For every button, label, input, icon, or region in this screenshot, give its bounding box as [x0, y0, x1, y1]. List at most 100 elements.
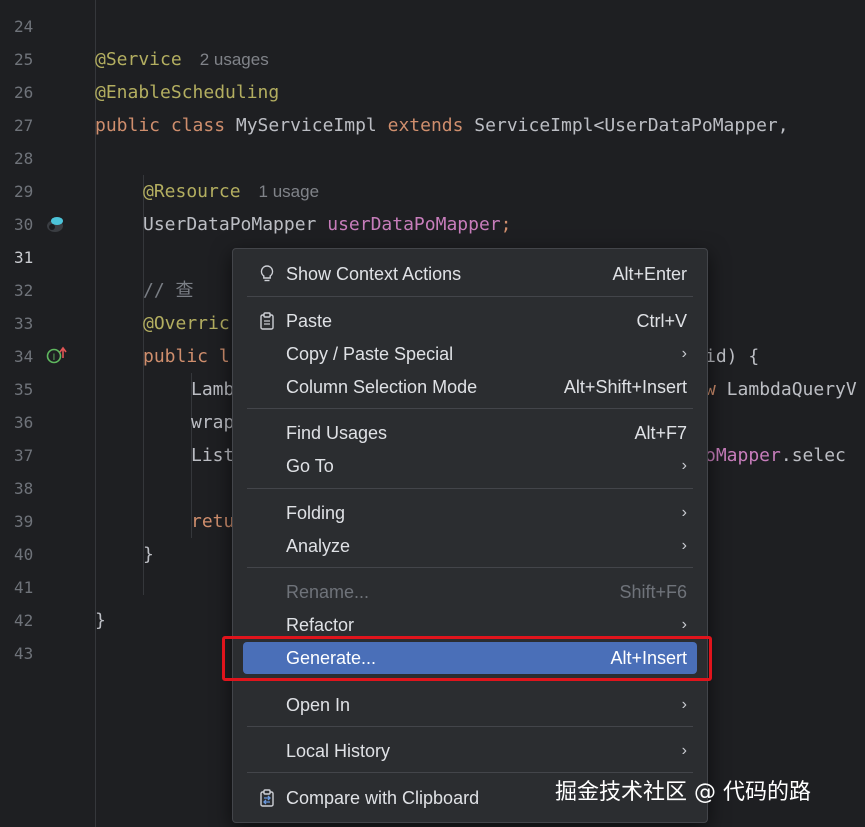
menu-item-analyze[interactable]: Analyze ›: [243, 530, 697, 562]
code-text: wrap: [191, 412, 235, 433]
line-number: 35: [14, 380, 34, 399]
menu-item-folding[interactable]: Folding ›: [243, 497, 697, 529]
submenu-arrow-icon: ›: [681, 345, 687, 362]
line-number: 32: [14, 281, 34, 300]
code-line-37-tail: oMapper.selec: [705, 439, 846, 472]
usage-hint[interactable]: 1 usage: [259, 182, 320, 201]
submenu-arrow-icon: ›: [681, 742, 687, 759]
usage-hint[interactable]: 2 usages: [200, 50, 269, 69]
menu-item-label: Copy / Paste Special: [286, 344, 454, 364]
lightbulb-icon: [260, 265, 274, 282]
line-number: 25: [14, 50, 34, 69]
line-number: 28: [14, 149, 34, 168]
menu-separator: [247, 296, 693, 297]
line-number-gutter: 24 25 26 27 28 29 30 31 32 33 34 35 36 3…: [0, 0, 80, 827]
code-line-34: public l: [143, 340, 230, 373]
field-name: userDataPoMapper: [327, 214, 501, 235]
editor-context-menu: Show Context Actions Alt+Enter Paste Ctr…: [232, 248, 708, 823]
menu-item-label: Rename...: [286, 582, 370, 602]
line-number: 36: [14, 413, 34, 432]
submenu-arrow-icon: ›: [681, 537, 687, 554]
keyword: public l: [143, 346, 230, 367]
clipboard-icon: [260, 312, 274, 330]
shortcut-label: Alt+Enter: [612, 264, 687, 284]
menu-item-label: Open In: [286, 695, 351, 715]
shortcut-label: Shift+F6: [619, 582, 687, 602]
line-number: 43: [14, 644, 34, 663]
line-number: 24: [14, 17, 34, 36]
menu-item-label: Show Context Actions: [286, 264, 462, 284]
shortcut-label: Alt+F7: [634, 423, 687, 443]
code-line-35: Lamb: [191, 373, 234, 406]
type-name: UserDataPoMapper: [143, 214, 328, 235]
line-number: 33: [14, 314, 34, 333]
implements-method-icon[interactable]: I: [46, 346, 68, 366]
shortcut-label: Alt+Shift+Insert: [563, 377, 687, 397]
line-number: 39: [14, 512, 34, 531]
menu-item-find-usages[interactable]: Find Usages Alt+F7: [243, 417, 697, 449]
closing-brace: }: [95, 610, 106, 631]
code-line-40: }: [143, 538, 154, 571]
watermark: 掘金技术社区 @ 代码的路: [555, 780, 811, 805]
keyword: retu: [191, 511, 235, 532]
menu-separator: [247, 567, 693, 568]
field-name: oMapper: [705, 445, 781, 466]
menu-item-label: Local History: [286, 741, 391, 761]
line-number: 29: [14, 182, 34, 201]
menu-item-label: Paste: [286, 311, 333, 331]
submenu-arrow-icon: ›: [681, 504, 687, 521]
code-text: Lamb: [191, 379, 235, 400]
code-line-39: retu: [191, 505, 234, 538]
keyword: extends: [387, 115, 464, 136]
code-text: List: [191, 445, 235, 466]
menu-item-show-context-actions[interactable]: Show Context Actions Alt+Enter: [243, 258, 697, 290]
line-number: 42: [14, 611, 34, 630]
line-number: 26: [14, 83, 34, 102]
shortcut-label: Ctrl+V: [636, 311, 687, 331]
class-name: MyServiceImpl: [225, 115, 388, 136]
menu-item-label: Compare with Clipboard: [286, 788, 480, 808]
menu-item-copy-paste-special[interactable]: Copy / Paste Special ›: [243, 338, 697, 370]
line-number: 38: [14, 479, 34, 498]
keyword: public class: [95, 115, 226, 136]
code-text: .selec: [780, 445, 846, 466]
code-text: id) {: [705, 346, 760, 367]
annotation: @Resource: [143, 181, 241, 202]
menu-item-paste[interactable]: Paste Ctrl+V: [243, 305, 697, 337]
menu-separator: [247, 726, 693, 727]
code-line-42: }: [95, 604, 106, 637]
line-number: 27: [14, 116, 34, 135]
code-line-35-tail: w LambdaQueryV: [705, 373, 857, 406]
menu-item-open-in[interactable]: Open In ›: [243, 689, 697, 721]
comment: // 查: [143, 280, 194, 301]
code-line-34-tail: id) {: [705, 340, 759, 373]
menu-item-label: Analyze: [286, 536, 351, 556]
annotation: @EnableScheduling: [95, 82, 280, 103]
code-line-33: @Overric: [143, 307, 230, 340]
submenu-arrow-icon: ›: [681, 457, 687, 474]
code-line-25: @Service 2 usages: [95, 43, 269, 76]
menu-item-rename: Rename... Shift+F6: [243, 576, 697, 608]
line-number: 40: [14, 545, 34, 564]
svg-text:I: I: [53, 353, 56, 363]
compare-clipboard-icon: [260, 789, 274, 807]
code-line-29: @Resource 1 usage: [143, 175, 319, 208]
menu-separator: [247, 488, 693, 489]
annotation: @Overric: [143, 313, 230, 334]
annotation: @Service: [95, 49, 182, 70]
code-line-27: public class MyServiceImpl extends Servi…: [95, 109, 789, 142]
code-line-36: wrap: [191, 406, 234, 439]
spring-bean-icon[interactable]: [44, 213, 66, 235]
menu-item-label: Column Selection Mode: [286, 377, 478, 397]
menu-item-go-to[interactable]: Go To ›: [243, 450, 697, 482]
line-number: 41: [14, 578, 34, 597]
line-number: 30: [14, 215, 34, 234]
code-line-30: UserDataPoMapper userDataPoMapper;: [143, 208, 511, 241]
submenu-arrow-icon: ›: [681, 696, 687, 713]
menu-item-local-history[interactable]: Local History ›: [243, 735, 697, 767]
semicolon: ;: [500, 214, 512, 235]
red-highlight-box: [222, 636, 712, 681]
code-line-37: List: [191, 439, 234, 472]
line-number: 37: [14, 446, 34, 465]
menu-item-column-selection-mode[interactable]: Column Selection Mode Alt+Shift+Insert: [243, 371, 697, 403]
